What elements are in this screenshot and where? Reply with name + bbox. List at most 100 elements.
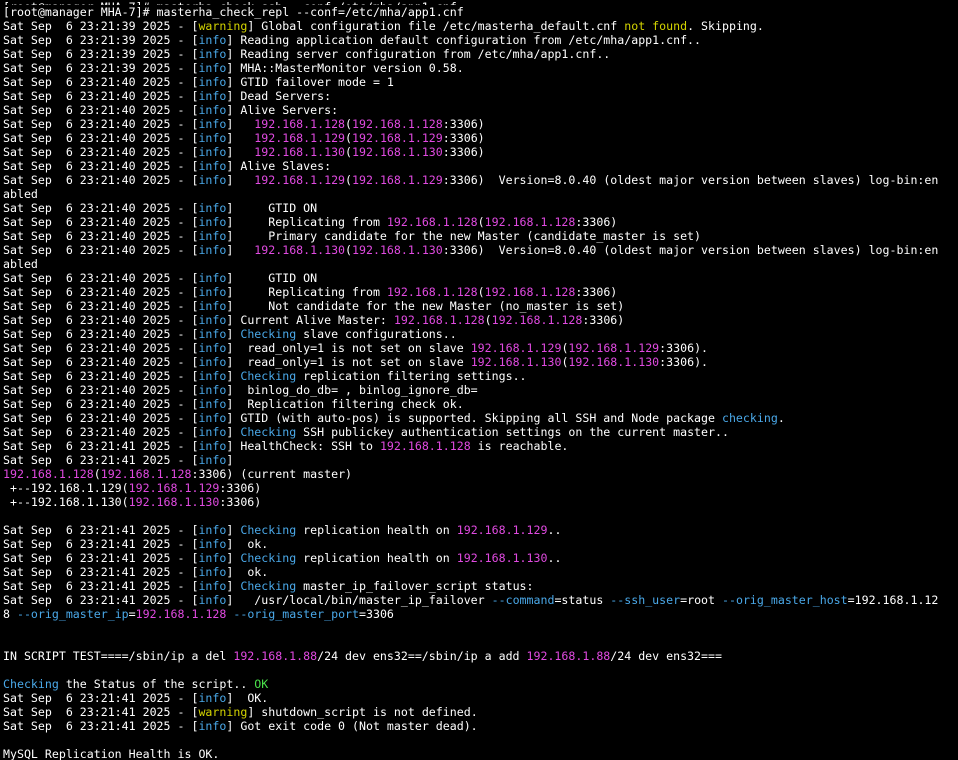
terminal-line [3, 733, 958, 747]
terminal-line: Sat Sep 6 23:21:40 2025 - [info] GTID ON [3, 271, 958, 285]
output-text: :3306) [219, 481, 262, 495]
output-text: :3306) [582, 313, 625, 327]
ip-address: 192.168.1.128 [484, 215, 576, 229]
output-text: +--192.168.1.129( [3, 481, 129, 495]
output-text: Sat Sep 6 23:21:41 2025 - [ [3, 579, 199, 593]
info-tag: info [198, 201, 227, 215]
info-tag: info [198, 61, 227, 75]
terminal-line: abled [3, 257, 958, 271]
info-tag: info [198, 75, 227, 89]
output-text: ] Not candidate for the new Master (no_m… [226, 299, 625, 313]
output-text: Sat Sep 6 23:21:40 2025 - [ [3, 75, 199, 89]
ip-address: 192.168.1.128 [100, 467, 192, 481]
info-tag: info [198, 523, 227, 537]
ip-address: 192.168.1.130 [352, 145, 443, 159]
highlighted-keyword: --command [491, 593, 555, 607]
ip-address: 192.168.1.130 [254, 243, 346, 257]
terminal-line: 192.168.1.128(192.168.1.128:3306) (curre… [3, 467, 958, 481]
output-text: Sat Sep 6 23:21:41 2025 - [ [3, 719, 199, 733]
output-text: Sat Sep 6 23:21:40 2025 - [ [3, 341, 199, 355]
terminal-line: Sat Sep 6 23:21:41 2025 - [info] Checkin… [3, 551, 958, 565]
output-text: Sat Sep 6 23:21:39 2025 - [ [3, 19, 199, 33]
info-tag: info [198, 341, 227, 355]
info-tag: info [198, 383, 227, 397]
terminal-line [3, 635, 958, 649]
info-tag: info [198, 33, 227, 47]
terminal-line: +--192.168.1.129(192.168.1.129:3306) [3, 481, 958, 495]
terminal-line: [root@manager MHA-7]# masterha_check_rep… [3, 5, 958, 19]
terminal-line [3, 663, 958, 677]
output-text: Sat Sep 6 23:21:40 2025 - [ [3, 131, 199, 145]
output-text: :3306) [442, 145, 485, 159]
info-tag: info [198, 103, 227, 117]
output-text: the Status of the script.. [58, 677, 255, 691]
terminal-line: Sat Sep 6 23:21:40 2025 - [info] 192.168… [3, 173, 958, 187]
ip-address: 192.168.1.129 [470, 341, 562, 355]
info-tag: info [198, 271, 227, 285]
terminal-window[interactable]: [root@manager MHA-7]# masterha_check_ssh… [0, 0, 958, 760]
output-text: :3306) [442, 131, 485, 145]
terminal-line: Sat Sep 6 23:21:41 2025 - [info] HealthC… [3, 439, 958, 453]
output-text: ] [226, 523, 241, 537]
output-text: ] /usr/local/bin/master_ip_failover [226, 593, 492, 607]
info-tag: info [198, 299, 227, 313]
output-text: ] read_only=1 is not set on slave [226, 341, 471, 355]
highlighted-keyword: Checking [240, 523, 297, 537]
output-text: :3306). [659, 355, 709, 369]
terminal-line: Sat Sep 6 23:21:40 2025 - [info] GTID ON [3, 201, 958, 215]
terminal-line: IN SCRIPT TEST====/sbin/ip a del 192.168… [3, 649, 958, 663]
output-text: ] MHA::MasterMonitor version 0.58. [226, 61, 464, 75]
output-text: slave configurations.. [296, 327, 457, 341]
info-tag: info [198, 593, 227, 607]
output-text: /24 dev ens32=== [610, 649, 722, 663]
ip-address: 192.168.1.128 [254, 117, 346, 131]
output-text: =3306 [359, 607, 394, 621]
output-text: = [128, 607, 136, 621]
ok-status: OK [254, 677, 269, 691]
ip-address: 192.168.1.129 [254, 173, 346, 187]
ip-address: 192.168.1.88 [233, 649, 318, 663]
ip-address: 192.168.1.128 [484, 285, 576, 299]
output-text: :3306). [659, 341, 709, 355]
terminal-line: Sat Sep 6 23:21:40 2025 - [info] 192.168… [3, 145, 958, 159]
terminal-line: Sat Sep 6 23:21:40 2025 - [info] 192.168… [3, 117, 958, 131]
output-text: ] [226, 327, 241, 341]
terminal-line: Sat Sep 6 23:21:40 2025 - [info] 192.168… [3, 243, 958, 257]
info-tag: info [198, 537, 227, 551]
output-text: ] [226, 551, 241, 565]
output-text: replication health on [296, 551, 457, 565]
output-text: ] HealthCheck: SSH to [226, 439, 380, 453]
info-tag: info [198, 145, 227, 159]
terminal-line: Sat Sep 6 23:21:40 2025 - [info] Alive S… [3, 159, 958, 173]
highlighted-keyword: --orig_master_host [722, 593, 848, 607]
output-text: [root@manager MHA-7]# masterha_check_rep… [3, 5, 464, 19]
output-text: MySQL Replication Health is OK. [3, 747, 220, 760]
output-text: ] Alive Slaves: [226, 159, 332, 173]
output-text: ] ok. [226, 565, 269, 579]
output-text: IN SCRIPT TEST====/sbin/ip a del [3, 649, 234, 663]
ip-address: 192.168.1.128 [352, 117, 443, 131]
output-text: replication health on [296, 523, 457, 537]
output-text: ] Reading server configuration from /etc… [226, 47, 611, 61]
output-text: ] Reading application default configurat… [226, 33, 702, 47]
terminal-line: Checking the Status of the script.. OK [3, 677, 958, 691]
output-text: master_ip_failover_script status: [296, 579, 534, 593]
info-tag: info [198, 565, 227, 579]
output-text: ] [226, 425, 241, 439]
ip-address: 192.168.1.130 [456, 551, 548, 565]
output-text: ] Replicating from [226, 215, 387, 229]
terminal-line [3, 621, 958, 635]
output-text: Sat Sep 6 23:21:39 2025 - [ [3, 61, 199, 75]
highlighted-keyword: --orig_master_ip [16, 607, 129, 621]
ip-address: 192.168.1.128 [386, 215, 478, 229]
terminal-line: Sat Sep 6 23:21:41 2025 - [info] [3, 453, 958, 467]
terminal-line: Sat Sep 6 23:21:39 2025 - [warning] Glob… [3, 19, 958, 33]
ip-address: 192.168.1.128 [386, 285, 478, 299]
highlighted-keyword: Checking [240, 327, 297, 341]
output-text: Sat Sep 6 23:21:40 2025 - [ [3, 369, 199, 383]
output-text: Sat Sep 6 23:21:40 2025 - [ [3, 299, 199, 313]
terminal-line: Sat Sep 6 23:21:40 2025 - [info] Dead Se… [3, 89, 958, 103]
